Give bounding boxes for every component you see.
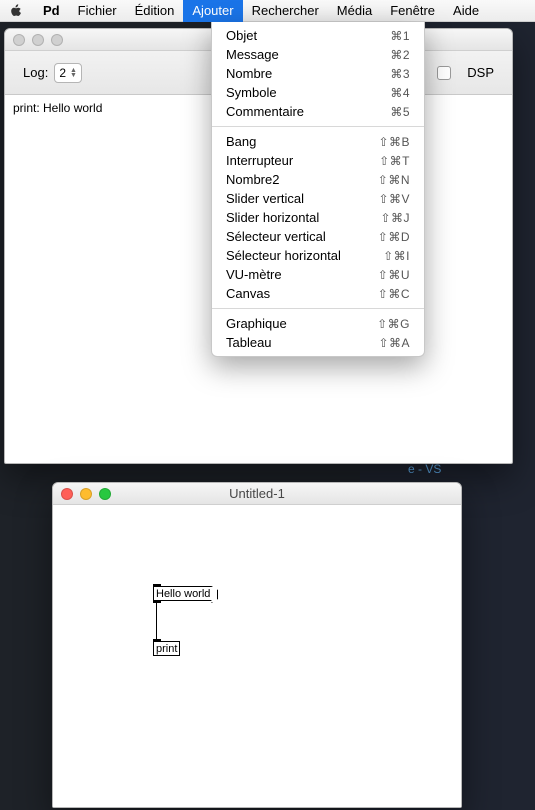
patch-window: Untitled-1 Hello world print — [52, 482, 462, 808]
menuitem-graphique[interactable]: Graphique⇧⌘G — [212, 314, 424, 333]
minimize-icon[interactable] — [32, 34, 44, 46]
zoom-icon[interactable] — [51, 34, 63, 46]
menu-fichier[interactable]: Fichier — [69, 0, 126, 22]
dsp-label: DSP — [467, 65, 494, 80]
menu-aide[interactable]: Aide — [444, 0, 488, 22]
menuitem-tableau[interactable]: Tableau⇧⌘A — [212, 333, 424, 352]
close-icon[interactable] — [61, 488, 73, 500]
chevron-down-icon[interactable]: ▼ — [70, 73, 77, 78]
traffic-lights — [13, 34, 63, 46]
titlebar[interactable]: Untitled-1 — [53, 483, 461, 505]
menuitem-nombre2[interactable]: Nombre2⇧⌘N — [212, 170, 424, 189]
menuitem-slider-horizontal[interactable]: Slider horizontal⇧⌘J — [212, 208, 424, 227]
inlet-icon[interactable] — [153, 639, 161, 642]
minimize-icon[interactable] — [80, 488, 92, 500]
menu-rechercher[interactable]: Rechercher — [243, 0, 328, 22]
menu-edition[interactable]: Édition — [126, 0, 184, 22]
inlet-icon[interactable] — [153, 584, 161, 587]
menuitem-commentaire[interactable]: Commentaire⌘5 — [212, 102, 424, 121]
menu-app[interactable]: Pd — [34, 0, 69, 22]
object-box[interactable]: print — [153, 641, 180, 656]
object-box-text: print — [156, 643, 177, 655]
menuitem-message[interactable]: Message⌘2 — [212, 45, 424, 64]
outlet-icon[interactable] — [153, 600, 161, 603]
menuitem-slider-vertical[interactable]: Slider vertical⇧⌘V — [212, 189, 424, 208]
dsp-checkbox[interactable] — [437, 66, 451, 80]
menu-fenetre[interactable]: Fenêtre — [381, 0, 444, 22]
menu-ajouter[interactable]: Ajouter — [183, 0, 242, 22]
zoom-icon[interactable] — [99, 488, 111, 500]
menuitem-nombre[interactable]: Nombre⌘3 — [212, 64, 424, 83]
log-label: Log: — [23, 65, 48, 80]
menuitem-symbole[interactable]: Symbole⌘4 — [212, 83, 424, 102]
separator — [212, 308, 424, 309]
traffic-lights — [61, 488, 111, 500]
menuitem-selecteur-horizontal[interactable]: Sélecteur horizontal⇧⌘I — [212, 246, 424, 265]
menuitem-interrupteur[interactable]: Interrupteur⇧⌘T — [212, 151, 424, 170]
menuitem-objet[interactable]: Objet⌘1 — [212, 26, 424, 45]
menuitem-canvas[interactable]: Canvas⇧⌘C — [212, 284, 424, 303]
apple-menu-icon[interactable] — [8, 3, 24, 19]
window-title: Untitled-1 — [53, 486, 461, 501]
dropdown-ajouter: Objet⌘1 Message⌘2 Nombre⌘3 Symbole⌘4 Com… — [211, 22, 425, 357]
menuitem-selecteur-vertical[interactable]: Sélecteur vertical⇧⌘D — [212, 227, 424, 246]
menuitem-vumetre[interactable]: VU-mètre⇧⌘U — [212, 265, 424, 284]
menuitem-bang[interactable]: Bang⇧⌘B — [212, 132, 424, 151]
menubar: Pd Fichier Édition Ajouter Rechercher Mé… — [0, 0, 535, 22]
message-box-text: Hello world — [156, 588, 210, 600]
log-level-stepper[interactable]: 2 ▲▼ — [54, 63, 82, 83]
separator — [212, 126, 424, 127]
patch-wire[interactable] — [156, 602, 157, 640]
close-icon[interactable] — [13, 34, 25, 46]
message-box[interactable]: Hello world — [153, 586, 212, 601]
menu-media[interactable]: Média — [328, 0, 381, 22]
patch-canvas[interactable]: Hello world print — [53, 505, 461, 807]
